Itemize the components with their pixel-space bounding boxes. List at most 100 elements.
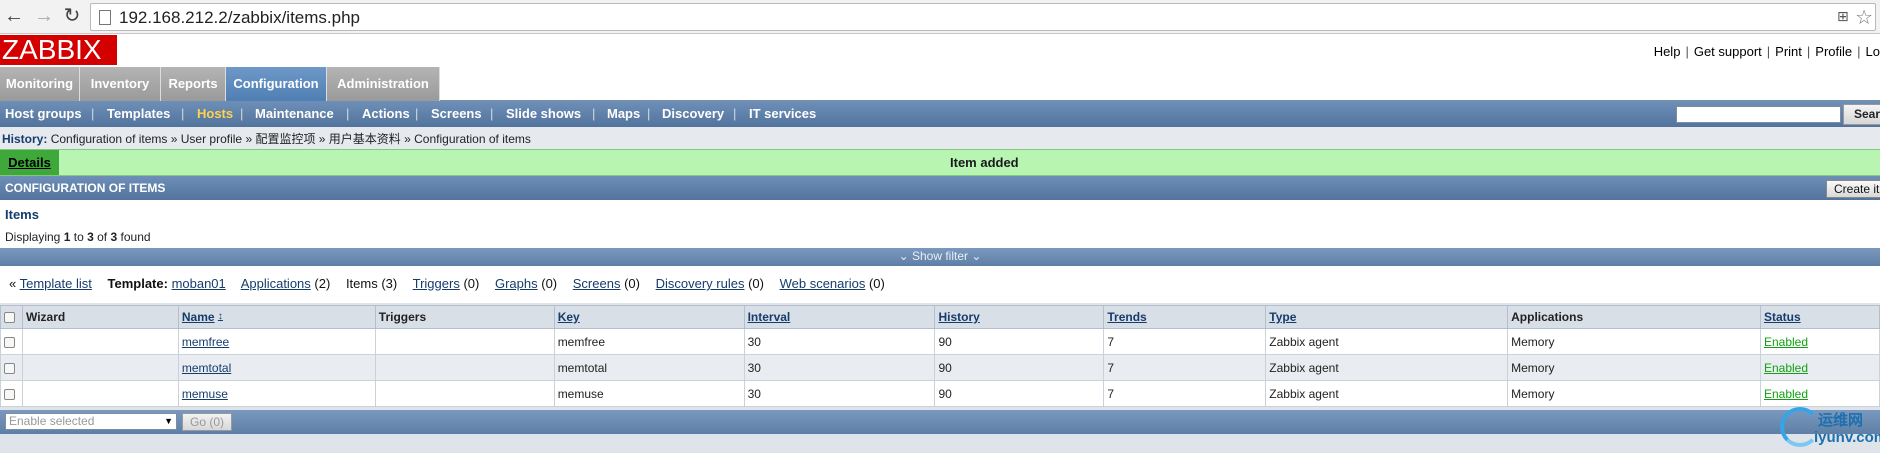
triggers-link[interactable]: Triggers: [413, 276, 460, 291]
select-all-checkbox[interactable]: [4, 312, 15, 324]
submenu-it-services[interactable]: IT services: [749, 106, 816, 121]
item-name-link[interactable]: memtotal: [182, 361, 231, 375]
profile-link[interactable]: Profile: [1815, 44, 1852, 59]
go-button[interactable]: Go (0): [182, 413, 232, 431]
display-count: Displaying 1 to 3 of 3 found: [5, 230, 151, 244]
table-header-row: Wizard Name ↕ Triggers Key Interval Hist…: [0, 305, 1880, 329]
row-checkbox[interactable]: [4, 388, 15, 400]
tab-configuration[interactable]: Configuration: [226, 67, 327, 101]
applications-link[interactable]: Applications: [241, 276, 311, 291]
submenu-maps[interactable]: Maps: [607, 106, 640, 121]
trends-cell: 7: [1103, 328, 1267, 355]
reload-icon[interactable]: ↻: [60, 5, 84, 29]
graphs-link[interactable]: Graphs: [495, 276, 538, 291]
col-wizard: Wizard: [21, 305, 179, 329]
print-link[interactable]: Print: [1775, 44, 1802, 59]
sub-menu: Host groups | Templates | Hosts | Mainte…: [0, 101, 1880, 127]
trends-cell: 7: [1103, 380, 1267, 407]
bulk-action-select[interactable]: Enable selected ▼: [5, 413, 177, 430]
col-trends[interactable]: Trends: [1103, 305, 1267, 329]
help-link[interactable]: Help: [1654, 44, 1681, 59]
logout-link[interactable]: Lo: [1866, 44, 1880, 59]
section-header: CONFIGURATION OF ITEMS Create it: [0, 176, 1880, 200]
submenu-discovery[interactable]: Discovery: [662, 106, 724, 121]
col-status[interactable]: Status: [1759, 305, 1880, 329]
create-item-button[interactable]: Create it: [1826, 180, 1880, 198]
interval-cell: 30: [743, 328, 936, 355]
item-name-link[interactable]: memuse: [182, 387, 228, 401]
status-toggle-link[interactable]: Enabled: [1764, 335, 1808, 349]
submenu-actions[interactable]: Actions: [362, 106, 410, 121]
section-title: CONFIGURATION OF ITEMS: [5, 181, 166, 195]
type-cell: Zabbix agent: [1265, 354, 1509, 381]
message-text: Item added: [950, 155, 1019, 170]
submenu-templates[interactable]: Templates: [107, 106, 170, 121]
show-filter-toggle[interactable]: ⌄ Show filter ⌄: [0, 248, 1880, 266]
table-footer: Enable selected ▼ Go (0): [0, 410, 1880, 434]
interval-cell: 30: [743, 354, 936, 381]
back-arrow-icon[interactable]: ←: [2, 5, 26, 29]
status-toggle-link[interactable]: Enabled: [1764, 361, 1808, 375]
row-checkbox[interactable]: [4, 336, 15, 348]
history-cell: 90: [934, 380, 1105, 407]
wizard-cell: [21, 328, 179, 355]
items-table: Wizard Name ↕ Triggers Key Interval Hist…: [0, 305, 1880, 407]
tab-inventory[interactable]: Inventory: [80, 67, 161, 101]
top-links: Help | Get support | Print | Profile | Lo: [1653, 44, 1880, 59]
col-triggers: Triggers: [374, 305, 555, 329]
sort-asc-icon: ↕: [217, 311, 223, 322]
search-button[interactable]: Sear: [1843, 104, 1880, 125]
triggers-cell: [374, 328, 555, 355]
submenu-host-groups[interactable]: Host groups: [5, 106, 82, 121]
wizard-cell: [21, 380, 179, 407]
tab-monitoring[interactable]: Monitoring: [0, 67, 80, 101]
status-toggle-link[interactable]: Enabled: [1764, 387, 1808, 401]
browser-toolbar: ← → ↻ 192.168.212.2/zabbix/items.php ⊞ ☆: [0, 0, 1880, 34]
col-history[interactable]: History: [934, 305, 1105, 329]
url-text: 192.168.212.2/zabbix/items.php: [119, 8, 361, 27]
bookmark-star-icon[interactable]: ☆: [1855, 5, 1873, 30]
col-applications: Applications: [1507, 305, 1761, 329]
col-name[interactable]: Name ↕: [177, 305, 376, 329]
translate-icon[interactable]: ⊞: [1837, 8, 1853, 26]
col-interval[interactable]: Interval: [743, 305, 936, 329]
wizard-cell: [21, 354, 179, 381]
web-scenarios-link[interactable]: Web scenarios: [780, 276, 866, 291]
watermark-logo: 运维网 iyunv.com: [1780, 405, 1880, 453]
tab-reports[interactable]: Reports: [161, 67, 226, 101]
col-key[interactable]: Key: [553, 305, 745, 329]
table-row: memfree memfree 30 90 7 Zabbix agent Mem…: [0, 328, 1880, 355]
template-links-row: « Template list Template: moban01 Applic…: [0, 266, 1880, 303]
applications-cell: Memory: [1507, 380, 1761, 407]
row-checkbox[interactable]: [4, 362, 15, 374]
zabbix-logo[interactable]: ZABBIX: [0, 35, 117, 65]
item-name-link[interactable]: memfree: [182, 335, 229, 349]
submenu-slide-shows[interactable]: Slide shows: [506, 106, 581, 121]
get-support-link[interactable]: Get support: [1694, 44, 1762, 59]
key-cell: memtotal: [553, 354, 745, 381]
search-input[interactable]: [1676, 106, 1841, 123]
table-row: memtotal memtotal 30 90 7 Zabbix agent M…: [0, 354, 1880, 381]
submenu-screens[interactable]: Screens: [431, 106, 482, 121]
applications-cell: Memory: [1507, 328, 1761, 355]
template-label: Template:: [107, 276, 168, 291]
forward-arrow-icon[interactable]: →: [32, 5, 56, 29]
tab-administration[interactable]: Administration: [327, 67, 440, 101]
history-cell: 90: [934, 328, 1105, 355]
submenu-hosts[interactable]: Hosts: [197, 106, 233, 121]
select-all-checkbox-cell[interactable]: [0, 305, 23, 329]
submenu-maintenance[interactable]: Maintenance: [255, 106, 334, 121]
screens-link[interactable]: Screens: [573, 276, 621, 291]
discovery-rules-link[interactable]: Discovery rules: [656, 276, 745, 291]
items-count-label: Items (3): [345, 276, 398, 291]
page-icon: [99, 10, 111, 25]
success-message-bar: Details Item added: [0, 149, 1880, 176]
type-cell: Zabbix agent: [1265, 380, 1509, 407]
template-list-link[interactable]: Template list: [20, 276, 92, 291]
history-trail[interactable]: Configuration of items » User profile » …: [51, 132, 531, 146]
show-filter-label: Show filter: [911, 249, 969, 263]
template-name-link[interactable]: moban01: [172, 276, 226, 291]
details-button[interactable]: Details: [0, 150, 59, 175]
address-bar[interactable]: 192.168.212.2/zabbix/items.php ⊞ ☆: [90, 3, 1876, 31]
col-type[interactable]: Type: [1265, 305, 1509, 329]
